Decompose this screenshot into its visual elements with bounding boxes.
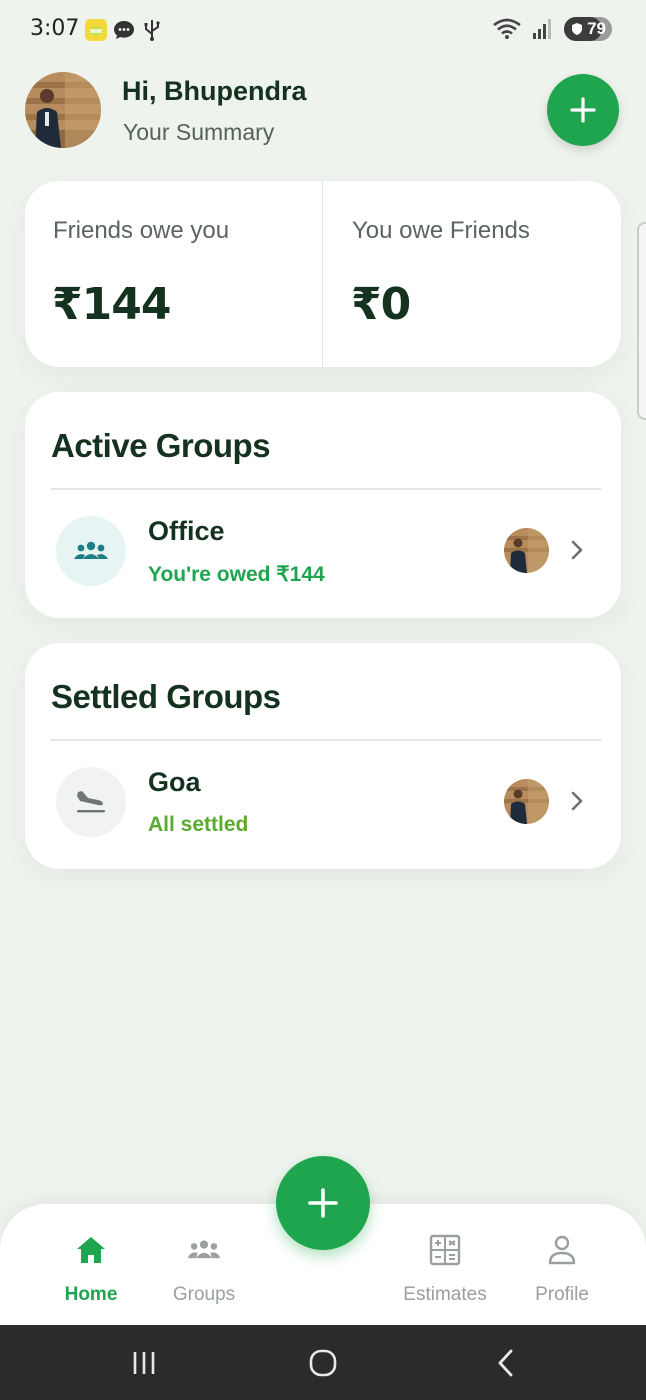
group-name: Office: [148, 516, 225, 546]
calculator-icon: [429, 1234, 461, 1266]
nav-label: Groups: [172, 1284, 236, 1305]
status-bar: 3:07 79: [0, 0, 646, 60]
you-owe-amount: ₹0: [351, 279, 411, 330]
you-owe-label: You owe Friends: [352, 217, 530, 244]
group-status: You're owed ₹144: [148, 563, 325, 586]
status-time: 3:07: [30, 16, 80, 41]
chevron-right-icon: [571, 791, 583, 811]
nav-groups[interactable]: Groups: [149, 1232, 259, 1306]
settled-groups-card: Settled Groups Goa All settled: [25, 643, 621, 869]
battery-percent: 79: [587, 19, 606, 38]
message-icon: [114, 21, 134, 39]
nav-home[interactable]: Home: [36, 1232, 146, 1306]
wifi-icon: [493, 18, 521, 39]
back-icon: [498, 1349, 513, 1377]
flight-land-icon: [56, 767, 126, 837]
section-divider: [51, 739, 601, 741]
chevron-right-icon: [571, 540, 583, 560]
nav-estimates[interactable]: Estimates: [390, 1232, 500, 1306]
groups-icon: [187, 1240, 221, 1259]
add-expense-fab[interactable]: [276, 1156, 370, 1250]
friends-owe-label: Friends owe you: [53, 217, 230, 244]
summary-divider: [322, 181, 323, 367]
plus-icon: [308, 1188, 338, 1218]
battery-saver-icon: [572, 23, 582, 35]
nav-label: Estimates: [403, 1284, 487, 1305]
nav-label: Profile: [535, 1284, 589, 1305]
nav-label: Home: [64, 1284, 118, 1305]
group-row-goa[interactable]: Goa All settled: [25, 753, 621, 853]
friends-owe-amount: ₹144: [52, 279, 171, 330]
recent-apps-button[interactable]: [126, 1345, 162, 1381]
user-avatar[interactable]: [25, 72, 101, 148]
people-group-icon: [56, 516, 126, 586]
recent-apps-icon: [133, 1352, 155, 1374]
group-row-office[interactable]: Office You're owed ₹144: [25, 502, 621, 602]
nav-profile[interactable]: Profile: [507, 1232, 617, 1306]
home-circle-icon: [309, 1349, 337, 1377]
battery-indicator: 79: [564, 17, 612, 41]
group-name: Goa: [148, 767, 201, 797]
home-button[interactable]: [305, 1345, 341, 1381]
lemon-app-icon: [85, 19, 107, 41]
person-icon: [548, 1235, 576, 1265]
back-button[interactable]: [488, 1345, 524, 1381]
usb-icon: [144, 20, 160, 41]
group-status: All settled: [148, 813, 249, 836]
active-groups-title: Active Groups: [51, 427, 271, 464]
signal-icon: [533, 19, 551, 39]
active-groups-card: Active Groups Office You're owed ₹144: [25, 392, 621, 618]
edge-panel-handle[interactable]: [637, 222, 646, 420]
member-avatar: [504, 528, 549, 573]
home-icon: [77, 1237, 105, 1263]
system-navigation-bar: [0, 1325, 646, 1400]
add-expense-button[interactable]: [547, 74, 619, 146]
greeting-subtitle: Your Summary: [123, 119, 275, 145]
member-avatar: [504, 779, 549, 824]
settled-groups-title: Settled Groups: [51, 678, 281, 715]
section-divider: [51, 488, 601, 490]
plus-icon: [570, 97, 596, 123]
greeting-title: Hi, Bhupendra: [122, 76, 307, 106]
summary-card: Friends owe you ₹144 You owe Friends ₹0: [25, 181, 621, 367]
avatar-image: [25, 72, 101, 148]
